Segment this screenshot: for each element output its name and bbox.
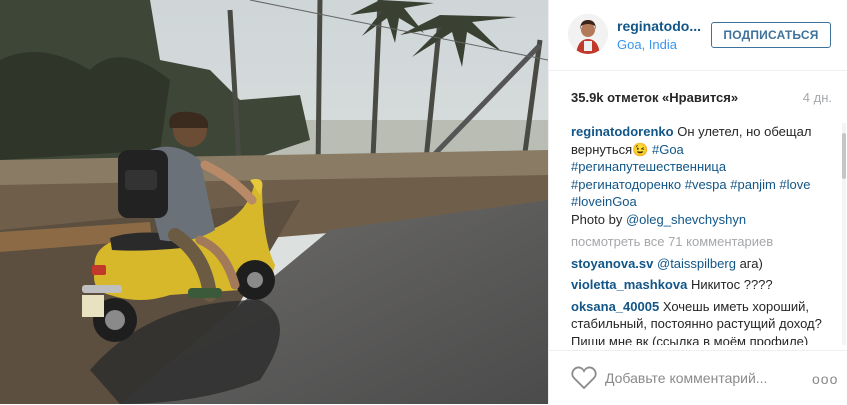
hashtag[interactable]: #регинатодоренко bbox=[571, 177, 681, 192]
comment-username[interactable]: violetta_mashkova bbox=[571, 277, 687, 292]
comment: oksana_40005 Хочешь иметь хороший, стаби… bbox=[571, 298, 833, 346]
hashtag[interactable]: #panjim bbox=[730, 177, 776, 192]
scrollbar-thumb[interactable] bbox=[842, 133, 846, 179]
hashtag[interactable]: #love bbox=[779, 177, 810, 192]
comment-mention[interactable]: @taisspilberg bbox=[657, 256, 736, 271]
comment: stoyanova.sv @taisspilberg ага) bbox=[571, 255, 833, 273]
likes-row: 35.9k отметок «Нравится» 4 дн. bbox=[571, 90, 832, 105]
load-more-comments[interactable]: посмотреть все 71 комментариев bbox=[571, 233, 833, 251]
comment: violetta_mashkova Никитос ???? bbox=[571, 276, 833, 294]
post-photo[interactable] bbox=[0, 0, 548, 404]
post-location[interactable]: Goa, India bbox=[617, 37, 677, 52]
photo-by-label: Photo by bbox=[571, 211, 623, 227]
hashtag[interactable]: #loveinGoa bbox=[571, 194, 637, 209]
post-sidebar: reginatodo... Goa, India ПОДПИСАТЬСЯ 35.… bbox=[548, 0, 847, 404]
follow-button[interactable]: ПОДПИСАТЬСЯ bbox=[711, 22, 831, 48]
heart-outline-icon[interactable] bbox=[571, 366, 597, 390]
wink-emoji-icon: 😉 bbox=[632, 141, 649, 157]
hashtag[interactable]: #Goa bbox=[652, 142, 684, 157]
post-time[interactable]: 4 дн. bbox=[803, 90, 832, 105]
add-comment-input[interactable]: Добавьте комментарий... bbox=[605, 370, 767, 386]
caption: reginatodorenko Он улетел, но обещал вер… bbox=[571, 123, 833, 228]
post-footer: Добавьте комментарий... ooo bbox=[549, 350, 847, 405]
comments-scrollbar[interactable] bbox=[842, 123, 846, 345]
comment-username[interactable]: oksana_40005 bbox=[571, 299, 659, 314]
likes-count[interactable]: 35.9k отметок «Нравится» bbox=[571, 90, 738, 105]
more-options-icon[interactable]: ooo bbox=[812, 371, 838, 387]
comment-text: Никитос ???? bbox=[690, 277, 773, 292]
post-header: reginatodo... Goa, India ПОДПИСАТЬСЯ bbox=[549, 0, 847, 71]
caption-username[interactable]: reginatodorenko bbox=[571, 124, 674, 139]
hashtag[interactable]: #регинапутешественница bbox=[571, 159, 726, 174]
hashtag[interactable]: #vespa bbox=[685, 177, 727, 192]
avatar[interactable] bbox=[568, 14, 608, 54]
comments-list: reginatodorenko Он улетел, но обещал вер… bbox=[571, 123, 833, 345]
comment-text: ага) bbox=[739, 255, 763, 271]
comment-username[interactable]: stoyanova.sv bbox=[571, 256, 653, 271]
photo-by-mention[interactable]: @oleg_shevchyshyn bbox=[626, 212, 746, 227]
post-username[interactable]: reginatodo... bbox=[617, 18, 701, 34]
